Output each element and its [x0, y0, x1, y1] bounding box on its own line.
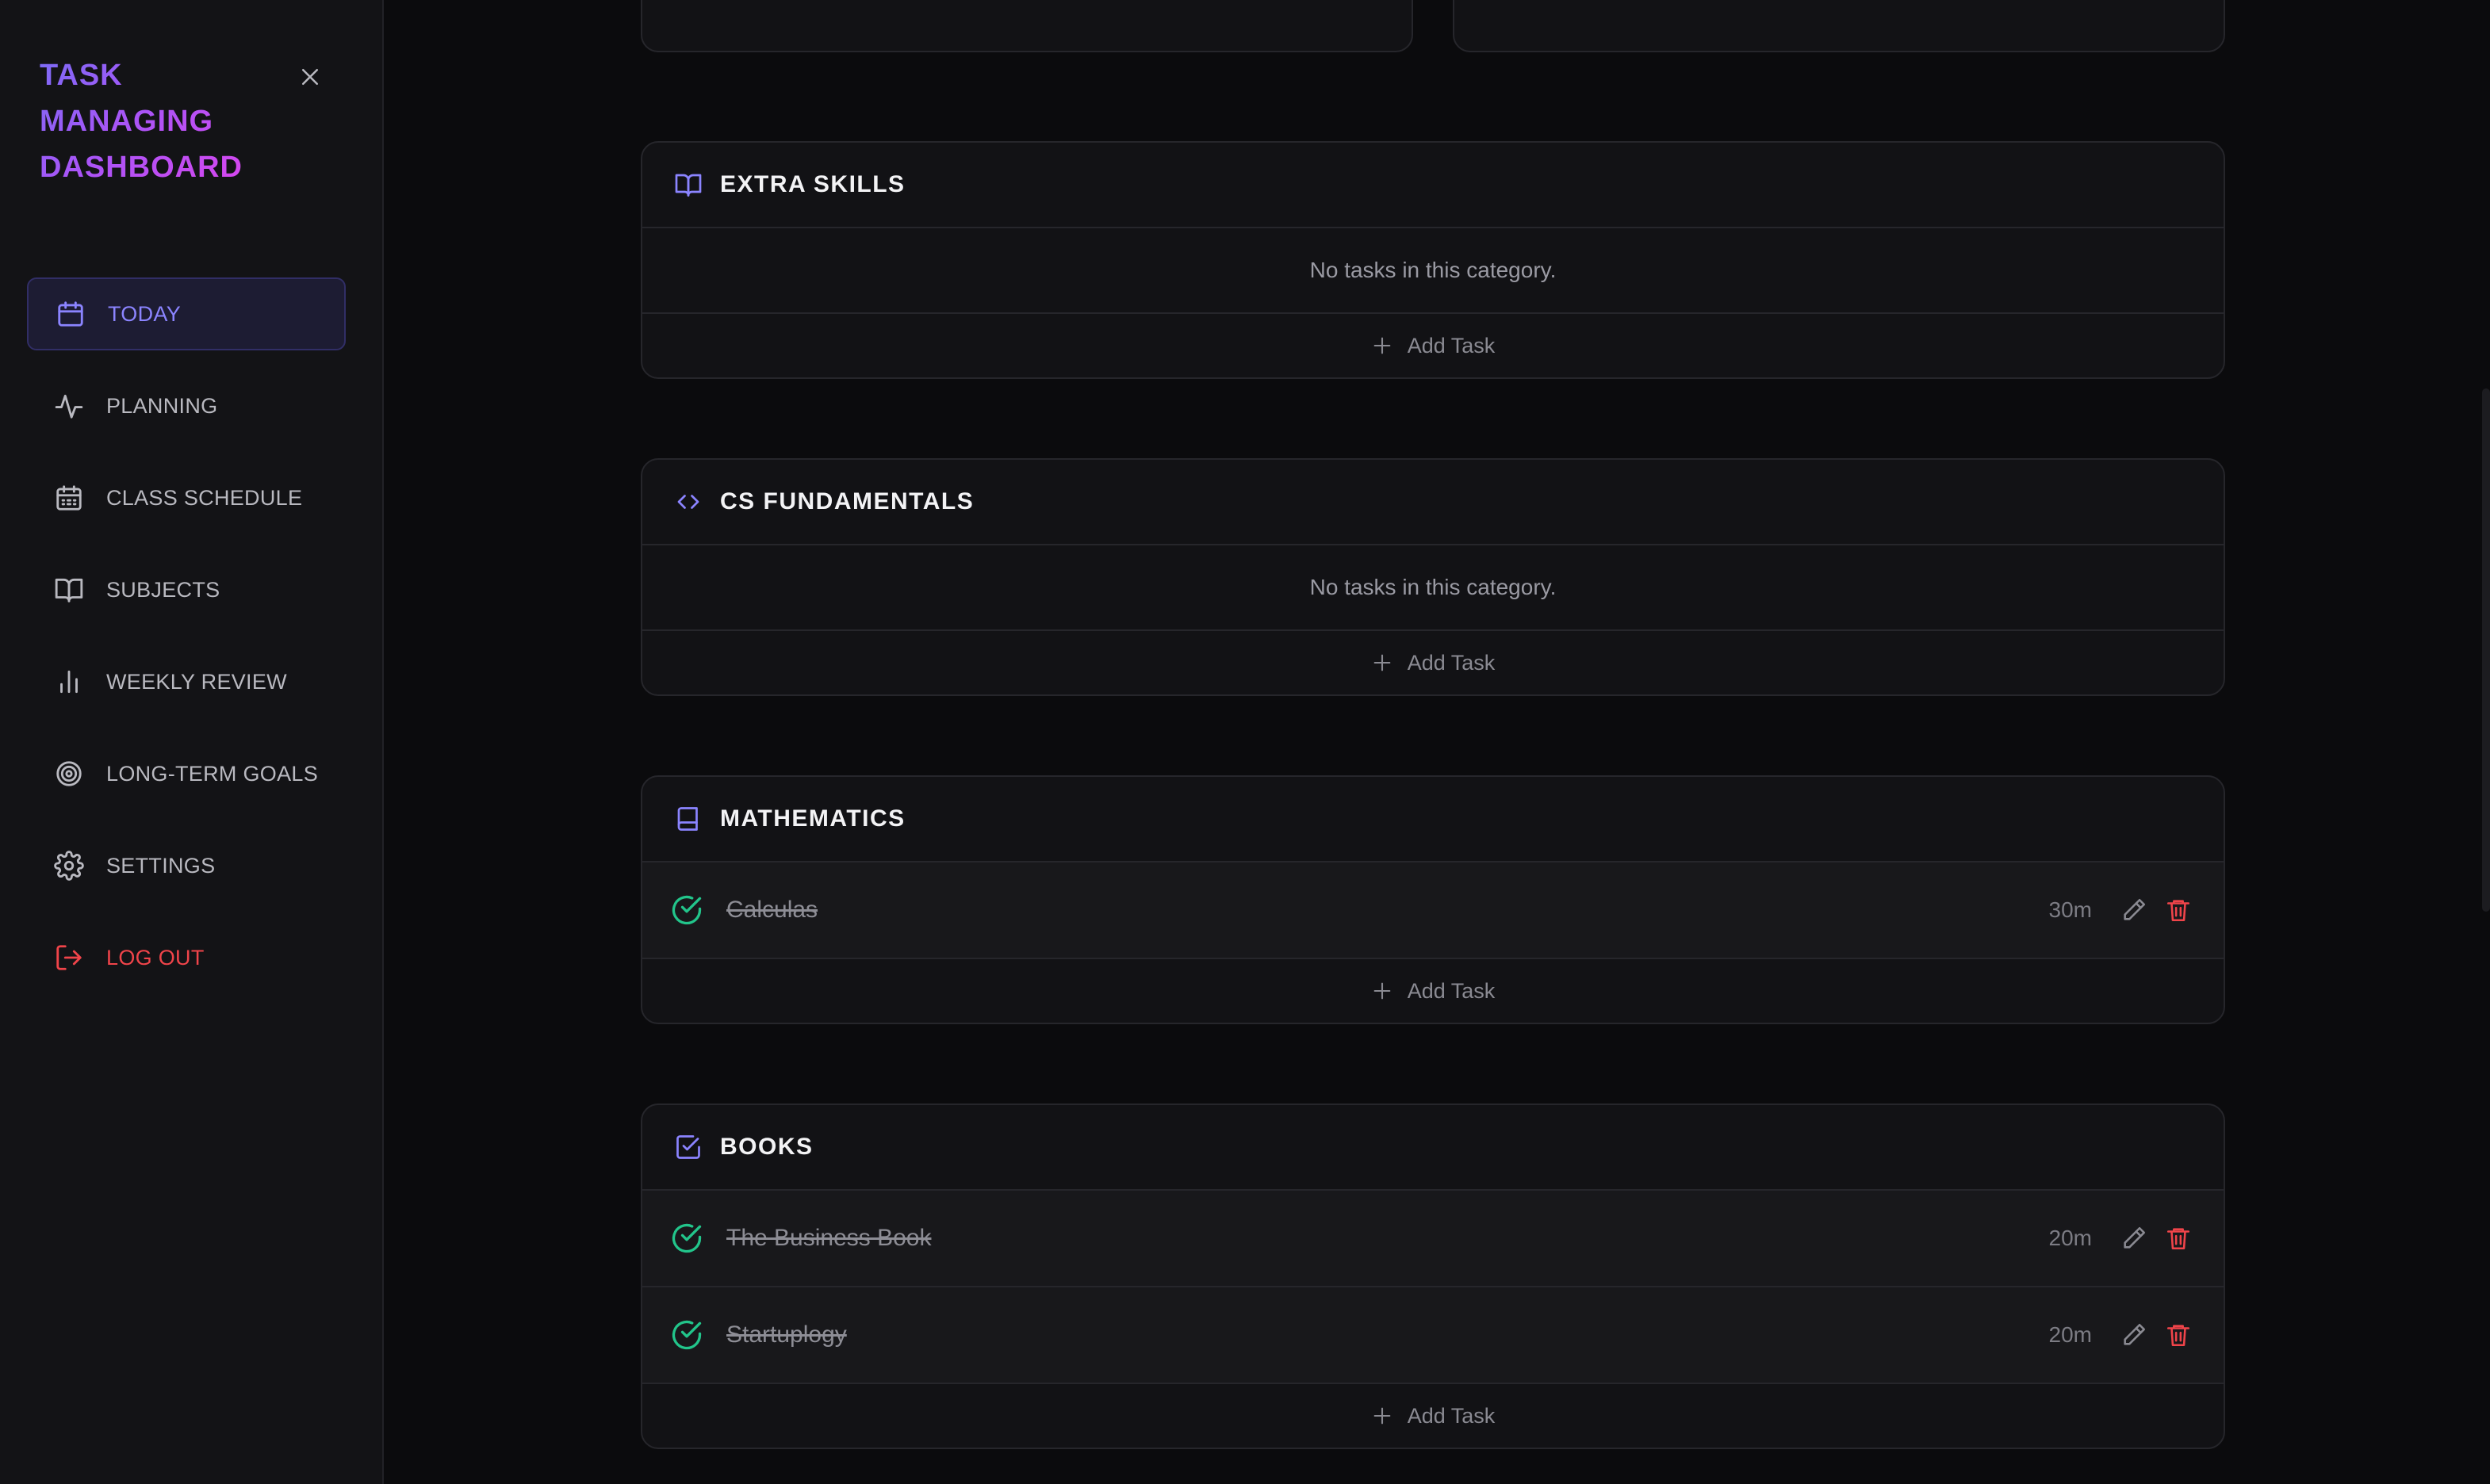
sidebar-item-settings[interactable]: SETTINGS [27, 829, 346, 902]
check-circle-icon[interactable] [669, 1318, 704, 1352]
brand-line-2: MANAGING [40, 105, 214, 138]
book-icon [677, 807, 698, 831]
task-row: Startuplogy 20m [642, 1287, 2224, 1384]
checkbox-icon [676, 1135, 700, 1159]
sidebar-item-label: SETTINGS [106, 853, 216, 878]
category-card-cs-fundamentals: CS FUNDAMENTALS No tasks in this categor… [641, 458, 2225, 696]
plus-icon [1373, 337, 1391, 354]
add-task-button[interactable]: Add Task [642, 959, 2224, 1023]
plus-icon [1373, 1407, 1391, 1425]
brand-title: TASK MANAGING DASHBOARD [40, 52, 243, 190]
delete-task-button[interactable] [2165, 1321, 2192, 1348]
edit-task-button[interactable] [2120, 897, 2147, 924]
pencil-icon [2124, 1226, 2146, 1249]
empty-state-text: No tasks in this category. [642, 228, 2224, 314]
delete-task-button[interactable] [2165, 897, 2192, 924]
trash-icon [2166, 900, 2190, 922]
brand-line-1: TASK [40, 59, 123, 92]
code-icon [677, 495, 699, 509]
edit-task-button[interactable] [2120, 1225, 2147, 1252]
add-task-label: Add Task [1407, 333, 1496, 358]
app-root: TASK MANAGING DASHBOARD TODAY PLANNING C… [0, 0, 2490, 1484]
gear-icon [54, 851, 84, 881]
category-header: BOOKS [642, 1105, 2224, 1191]
trash-icon [2166, 1228, 2190, 1250]
add-task-label: Add Task [1407, 650, 1496, 675]
trash-icon [2166, 1325, 2190, 1347]
category-title: EXTRA SKILLS [720, 171, 906, 197]
task-row: The Business Book 20m [642, 1191, 2224, 1287]
task-name: Startuplogy [726, 1321, 847, 1348]
sidebar-item-planning[interactable]: PLANNING [27, 369, 346, 442]
category-card-extra-skills: EXTRA SKILLS No tasks in this category. … [641, 141, 2225, 379]
category-header: MATHEMATICS [642, 777, 2224, 862]
add-task-button[interactable]: Add Task [642, 314, 2224, 377]
summary-card-left [641, 0, 1413, 52]
pencil-icon [2124, 1323, 2146, 1345]
empty-state-text: No tasks in this category. [642, 545, 2224, 631]
category-card-books: BOOKS The Business Book 20m Startuplogy … [641, 1103, 2225, 1449]
sidebar-item-today[interactable]: TODAY [27, 277, 346, 350]
sidebar-nav: TODAY PLANNING CLASS SCHEDULE SUBJECTS W… [27, 277, 346, 1013]
check-circle-icon[interactable] [669, 1221, 704, 1256]
task-duration: 20m [2048, 1226, 2092, 1250]
scrollbar[interactable] [2482, 388, 2490, 912]
sidebar-item-weekly-review[interactable]: WEEKLY REVIEW [27, 645, 346, 718]
logout-button[interactable]: LOG OUT [27, 921, 346, 994]
sidebar-item-label: WEEKLY REVIEW [106, 669, 287, 694]
logout-label: LOG OUT [106, 945, 205, 970]
sidebar-item-label: PLANNING [106, 393, 218, 418]
close-sidebar-button[interactable] [293, 60, 327, 94]
task-duration: 20m [2048, 1322, 2092, 1347]
logout-icon [56, 945, 82, 970]
sidebar-item-label: TODAY [108, 301, 182, 326]
sidebar-item-label: LONG-TERM GOALS [106, 761, 319, 786]
plus-icon [1373, 654, 1391, 671]
category-title: CS FUNDAMENTALS [720, 488, 975, 514]
task-name: The Business Book [726, 1225, 932, 1251]
close-icon [302, 69, 318, 85]
book-open-icon [675, 174, 702, 197]
task-duration: 30m [2048, 897, 2092, 922]
sidebar-item-long-term-goals[interactable]: LONG-TERM GOALS [27, 737, 346, 810]
category-header: CS FUNDAMENTALS [642, 460, 2224, 545]
add-task-label: Add Task [1407, 1403, 1496, 1428]
category-title: MATHEMATICS [720, 805, 906, 832]
sidebar-item-label: CLASS SCHEDULE [106, 485, 303, 510]
sidebar-item-class-schedule[interactable]: CLASS SCHEDULE [27, 461, 346, 534]
edit-task-button[interactable] [2120, 1321, 2147, 1348]
sidebar-item-subjects[interactable]: SUBJECTS [27, 553, 346, 626]
brand-line-3: DASHBOARD [40, 151, 243, 184]
summary-card-right [1453, 0, 2225, 52]
task-name: Calculas [726, 897, 818, 923]
bar-chart-icon [60, 670, 78, 694]
calendar-grid-icon [56, 485, 82, 511]
target-icon [56, 761, 82, 786]
pencil-icon [2124, 898, 2146, 920]
delete-task-button[interactable] [2165, 1225, 2192, 1252]
add-task-button[interactable]: Add Task [642, 631, 2224, 694]
activity-icon [55, 394, 83, 419]
sidebar: TASK MANAGING DASHBOARD TODAY PLANNING C… [0, 0, 384, 1484]
sidebar-item-label: SUBJECTS [106, 577, 220, 602]
calendar-icon [58, 301, 83, 327]
add-task-label: Add Task [1407, 978, 1496, 1003]
category-header: EXTRA SKILLS [642, 143, 2224, 228]
category-card-mathematics: MATHEMATICS Calculas 30m Add Task [641, 775, 2225, 1024]
category-title: BOOKS [720, 1134, 814, 1160]
check-circle-icon[interactable] [669, 893, 704, 928]
main-content: EXTRA SKILLS No tasks in this category. … [385, 0, 2490, 1484]
add-task-button[interactable]: Add Task [642, 1384, 2224, 1448]
plus-icon [1373, 982, 1391, 1000]
task-row: Calculas 30m [642, 862, 2224, 959]
book-open-icon [55, 578, 83, 602]
